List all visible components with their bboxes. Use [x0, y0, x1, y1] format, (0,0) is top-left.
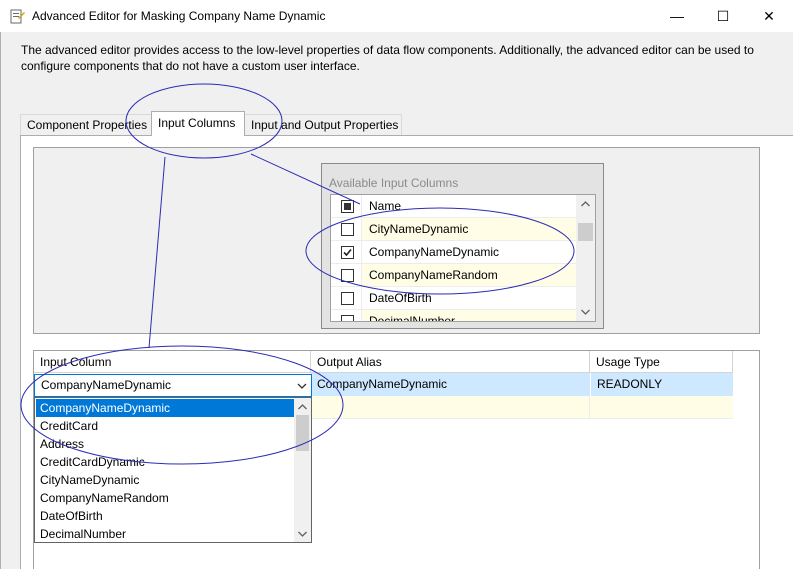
maximize-button[interactable]: ☐ [700, 0, 746, 32]
check-icon [343, 248, 352, 257]
select-all-checkbox[interactable] [341, 200, 354, 213]
chevron-down-icon[interactable] [293, 376, 310, 395]
dropdown-option[interactable]: CompanyNameRandom [36, 489, 295, 507]
usage-type-header[interactable]: Usage Type [590, 351, 733, 373]
input-column-dropdown-list[interactable]: CompanyNameDynamic CreditCard Address Cr… [34, 397, 312, 543]
minimize-button[interactable]: — [654, 0, 700, 32]
chevron-up-icon[interactable] [294, 398, 311, 415]
column-name: CompanyNameRandom [369, 268, 498, 282]
column-checkbox[interactable] [341, 292, 354, 305]
column-name: DecimalNumber [369, 314, 456, 322]
column-name: CompanyNameDynamic [369, 245, 500, 259]
close-icon: ✕ [763, 7, 775, 24]
chevron-down-icon[interactable] [577, 303, 594, 320]
maximize-icon: ☐ [716, 7, 730, 24]
list-item[interactable]: CompanyNameRandom [331, 264, 577, 287]
column-checkbox[interactable] [341, 315, 354, 321]
usage-type-cell[interactable]: READONLY [590, 373, 733, 396]
column-checkbox[interactable] [341, 246, 354, 259]
column-checkbox[interactable] [341, 269, 354, 282]
available-columns-list: Name CityNameDynamic CompanyNameDynamic … [330, 194, 596, 322]
dropdown-option[interactable]: CreditCard [36, 417, 295, 435]
dropdown-option[interactable]: CompanyNameDynamic [36, 399, 295, 417]
chevron-up-icon[interactable] [577, 195, 594, 212]
dropdown-option[interactable]: CreditCardDynamic [36, 453, 295, 471]
dropdown-option[interactable]: DateOfBirth [36, 507, 295, 525]
available-columns-title: Available Input Columns [329, 176, 459, 190]
dropdown-option[interactable]: Address [36, 435, 295, 453]
column-name: DateOfBirth [369, 291, 432, 305]
tab-input-output-properties[interactable]: Input and Output Properties [244, 114, 402, 135]
available-columns-scrollbar[interactable] [576, 195, 595, 321]
column-name: CityNameDynamic [369, 222, 469, 236]
scrollbar-thumb[interactable] [296, 415, 309, 451]
tab-component-properties[interactable]: Component Properties [20, 114, 152, 135]
output-alias-header[interactable]: Output Alias [311, 351, 590, 373]
list-item[interactable]: DateOfBirth [331, 287, 577, 310]
window-title: Advanced Editor for Masking Company Name… [32, 9, 326, 23]
column-checkbox[interactable] [341, 223, 354, 236]
empty-grid-row[interactable] [311, 396, 733, 419]
grid-cell-divider [589, 396, 590, 419]
scrollbar-thumb[interactable] [578, 223, 593, 241]
chevron-down-icon[interactable] [294, 525, 311, 542]
list-item[interactable]: CityNameDynamic [331, 218, 577, 241]
ssis-editor-icon [10, 9, 25, 24]
input-column-header[interactable]: Input Column [34, 351, 311, 373]
name-column-header: Name [369, 199, 402, 213]
input-column-value: CompanyNameDynamic [41, 378, 172, 392]
dropdown-option[interactable]: DecimalNumber [36, 525, 295, 542]
output-alias-cell[interactable]: CompanyNameDynamic [311, 373, 590, 396]
list-item[interactable]: CompanyNameDynamic [331, 241, 577, 264]
minimize-icon: — [670, 8, 684, 24]
dropdown-option[interactable]: CityNameDynamic [36, 471, 295, 489]
close-button[interactable]: ✕ [746, 0, 792, 32]
list-item[interactable]: DecimalNumber [331, 310, 577, 322]
description-text: The advanced editor provides access to t… [21, 43, 754, 73]
available-columns-header: Name [331, 195, 577, 218]
tab-input-columns[interactable]: Input Columns [151, 111, 245, 136]
